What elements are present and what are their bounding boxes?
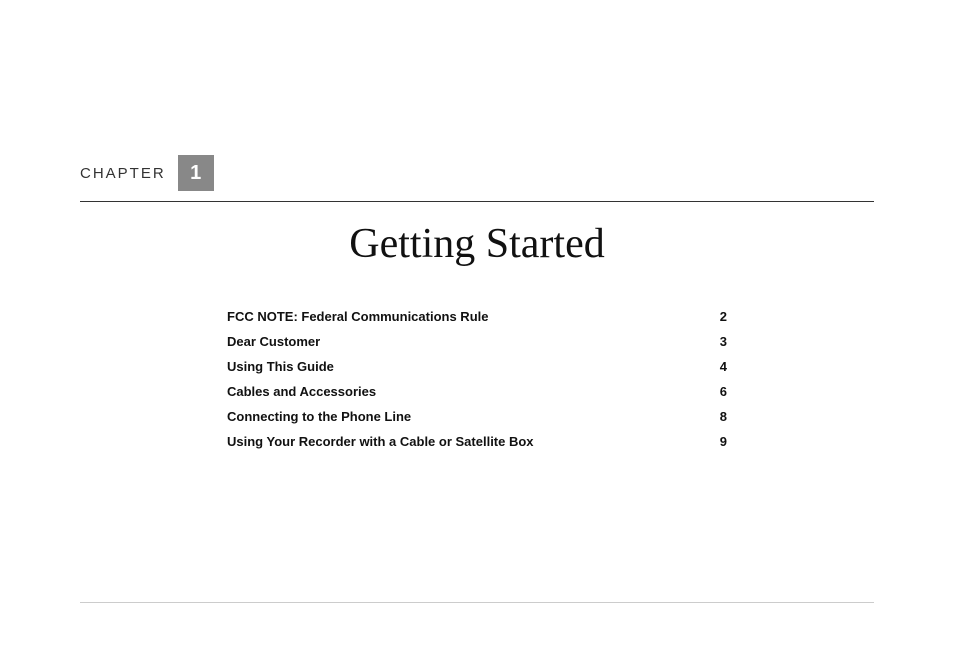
toc-entry-page: 9: [716, 429, 727, 454]
toc-entry-title: Using Your Recorder with a Cable or Sate…: [227, 429, 716, 454]
chapter-number: 1: [190, 162, 201, 185]
toc-entry-title: Dear Customer: [227, 329, 716, 354]
toc-entry-page: 6: [716, 379, 727, 404]
page: Chapter 1 Getting Started FCC NOTE: Fede…: [0, 0, 954, 663]
toc-entry-title: Using This Guide: [227, 354, 716, 379]
toc-row: FCC NOTE: Federal Communications Rule2: [227, 304, 727, 329]
toc-entry-page: 4: [716, 354, 727, 379]
chapter-number-box: 1: [178, 155, 214, 191]
toc-row: Cables and Accessories6: [227, 379, 727, 404]
toc-table: FCC NOTE: Federal Communications Rule2De…: [227, 304, 727, 454]
toc-row: Using This Guide4: [227, 354, 727, 379]
bottom-divider: [80, 602, 874, 603]
toc-entry-title: FCC NOTE: Federal Communications Rule: [227, 304, 716, 329]
chapter-header: Chapter 1: [80, 0, 874, 191]
chapter-title: Getting Started: [80, 220, 874, 268]
toc-entry-title: Cables and Accessories: [227, 379, 716, 404]
chapter-label: Chapter: [80, 165, 166, 182]
toc-entry-page: 2: [716, 304, 727, 329]
toc-entry-title: Connecting to the Phone Line: [227, 404, 716, 429]
toc-entry-page: 8: [716, 404, 727, 429]
toc-entry-page: 3: [716, 329, 727, 354]
toc-row: Dear Customer3: [227, 329, 727, 354]
toc-row: Using Your Recorder with a Cable or Sate…: [227, 429, 727, 454]
top-divider: [80, 201, 874, 202]
toc-row: Connecting to the Phone Line8: [227, 404, 727, 429]
